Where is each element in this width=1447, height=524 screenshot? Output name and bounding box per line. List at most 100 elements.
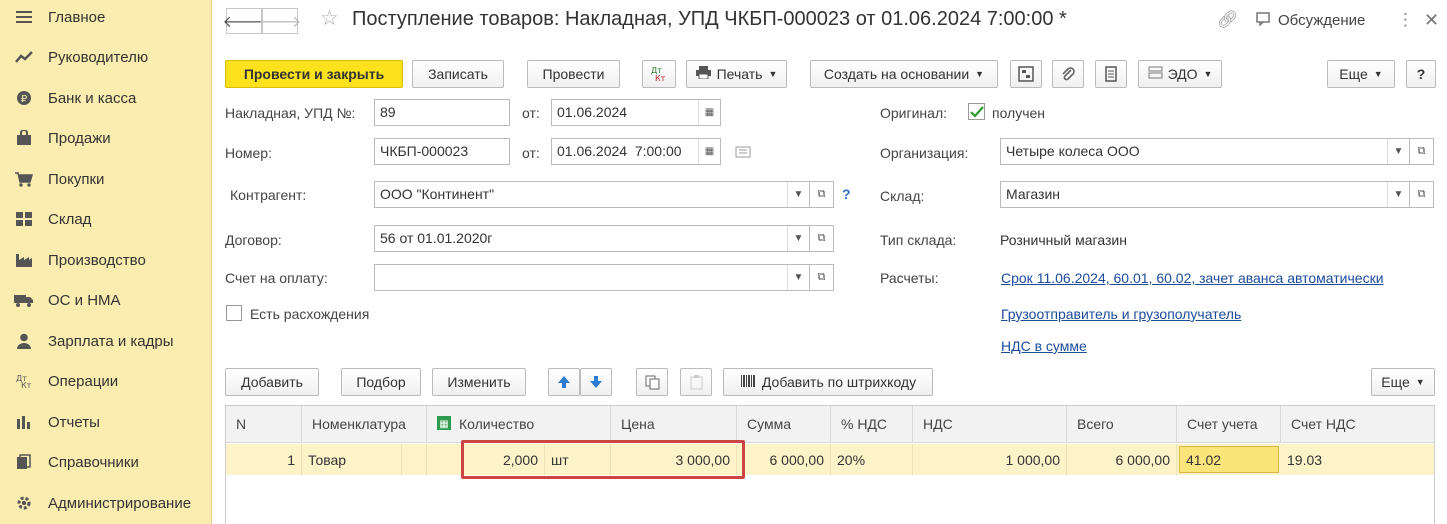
dropdown-arrow-icon[interactable]: ▼	[787, 182, 809, 207]
open-icon[interactable]: ⧉	[810, 181, 834, 208]
more-vert-icon[interactable]: ⋮	[1397, 10, 1414, 30]
copy-icon	[645, 375, 659, 389]
column-header-sum[interactable]: Сумма	[737, 406, 831, 443]
settlements-link[interactable]: Срок 11.06.2024, 60.01, 60.02, зачет ава…	[1001, 270, 1384, 286]
post-button[interactable]: Провести	[527, 60, 620, 88]
payment-account-field[interactable]: ▼	[374, 264, 810, 291]
discrepancy-checkbox[interactable]	[226, 305, 242, 321]
copy-row-button[interactable]	[636, 368, 668, 396]
link-icon[interactable]: 🔗︎	[1217, 10, 1239, 30]
shipper-consignee-link[interactable]: Грузоотправитель и грузополучатель	[1001, 306, 1241, 322]
column-header-n[interactable]: N	[226, 406, 302, 443]
calendar-icon[interactable]: ▦	[698, 100, 720, 125]
dropdown-arrow-icon[interactable]: ▼	[787, 265, 809, 290]
chevron-down-icon: ▼	[1203, 69, 1213, 79]
add-by-barcode-button[interactable]: Добавить по штрихкоду	[723, 368, 933, 396]
cell-vat[interactable]: 1 000,00	[913, 444, 1067, 475]
counterparty-field[interactable]: ООО "Континент" ▼	[374, 181, 810, 208]
invoice-number-field[interactable]: 89	[374, 99, 510, 126]
original-checkbox[interactable]	[968, 103, 985, 120]
column-header-vat-rate[interactable]: % НДС	[831, 406, 913, 443]
number-field[interactable]: ЧКБП-000023	[374, 138, 510, 165]
sidebar-item-references[interactable]: Справочники	[0, 442, 211, 482]
paste-button[interactable]	[680, 368, 712, 396]
post-and-close-button[interactable]: Провести и закрыть	[225, 60, 403, 88]
open-icon[interactable]: ⧉	[1410, 181, 1434, 208]
truck-icon	[0, 293, 48, 307]
edo-icon	[1148, 66, 1163, 82]
open-icon[interactable]: ⧉	[810, 225, 834, 252]
report-button[interactable]	[1095, 60, 1127, 88]
sidebar-item-salary[interactable]: Зарплата и кадры	[0, 321, 211, 361]
more-button[interactable]: Еще ▼	[1327, 60, 1395, 88]
sidebar-item-assets[interactable]: ОС и НМА	[0, 280, 211, 320]
cell-n[interactable]: 1	[226, 444, 302, 475]
attach-button[interactable]	[1052, 60, 1084, 88]
star-icon[interactable]: ☆	[320, 6, 339, 31]
save-button[interactable]: Записать	[412, 60, 504, 88]
number-date-field[interactable]: 01.06.2024 7:00:00 ▦	[551, 138, 721, 165]
sidebar-item-sales[interactable]: Продажи	[0, 118, 211, 158]
back-button[interactable]: 🡐	[223, 8, 265, 34]
person-icon	[0, 333, 48, 349]
structure-button[interactable]	[1010, 60, 1042, 88]
cell-total[interactable]: 6 000,00	[1067, 444, 1177, 475]
column-header-account[interactable]: Счет учета	[1177, 406, 1281, 443]
create-based-on-button[interactable]: Создать на основании ▼	[810, 60, 998, 88]
sidebar-item-label: Покупки	[48, 170, 105, 188]
open-icon[interactable]: ⧉	[1410, 138, 1434, 165]
sidebar-item-production[interactable]: Производство	[0, 240, 211, 280]
open-icon[interactable]: ⧉	[810, 264, 834, 291]
comment-icon[interactable]	[735, 145, 751, 161]
discussion-button[interactable]: Обсуждение	[1278, 12, 1365, 29]
table-more-button[interactable]: Еще ▼	[1371, 368, 1435, 396]
column-header-vat-account[interactable]: Счет НДС	[1281, 406, 1434, 443]
sidebar-item-purchases[interactable]: Покупки	[0, 159, 211, 199]
calendar-icon[interactable]: ▦	[698, 139, 720, 164]
dropdown-arrow-icon[interactable]: ▼	[1387, 139, 1409, 164]
move-up-button[interactable]	[548, 368, 580, 396]
more-label: Еще	[1339, 66, 1368, 82]
sidebar-item-manager[interactable]: Руководителю	[0, 37, 211, 77]
close-icon[interactable]: ✕	[1424, 10, 1439, 31]
organization-field[interactable]: Четыре колеса ООО ▼	[1000, 138, 1410, 165]
cell-item-extra[interactable]	[402, 444, 427, 475]
column-header-quantity[interactable]: ▦ Количество	[427, 406, 611, 443]
dropdown-arrow-icon[interactable]: ▼	[787, 226, 809, 251]
vat-in-sum-link[interactable]: НДС в сумме	[1001, 338, 1087, 354]
sidebar-item-reports[interactable]: Отчеты	[0, 402, 211, 442]
sidebar-item-label: Производство	[48, 251, 146, 269]
dt-kt-button[interactable]: Дт Кт	[642, 60, 676, 88]
move-down-button[interactable]	[580, 368, 612, 396]
selection-button[interactable]: Подбор	[341, 368, 421, 396]
edit-row-button[interactable]: Изменить	[432, 368, 526, 396]
sidebar-item-admin[interactable]: Администрирование	[0, 483, 211, 523]
cell-sum[interactable]: 6 000,00	[737, 444, 831, 475]
cell-vat-rate[interactable]: 20%	[831, 444, 913, 475]
column-header-item[interactable]: Номенклатура	[302, 406, 427, 443]
column-header-price[interactable]: Цена	[611, 406, 737, 443]
sidebar-item-warehouse[interactable]: Склад	[0, 199, 211, 239]
warehouse-value: Магазин	[1006, 186, 1061, 202]
print-button[interactable]: Печать ▼	[686, 60, 787, 88]
warehouse-field[interactable]: Магазин ▼	[1000, 181, 1410, 208]
discrepancy-label: Есть расхождения	[250, 306, 370, 322]
contract-field[interactable]: 56 от 01.01.2020г ▼	[374, 225, 810, 252]
cell-account[interactable]: 41.02	[1179, 446, 1279, 473]
add-row-button[interactable]: Добавить	[225, 368, 319, 396]
sidebar-item-main[interactable]: Главное	[0, 0, 211, 37]
dropdown-arrow-icon[interactable]: ▼	[1387, 182, 1409, 207]
sidebar-item-bank[interactable]: ₽ Банк и касса	[0, 78, 211, 118]
help-question-icon[interactable]: ?	[842, 186, 851, 202]
paperclip-icon	[1062, 67, 1075, 81]
contract-label: Договор:	[225, 232, 282, 248]
invoice-date-field[interactable]: 01.06.2024 ▦	[551, 99, 721, 126]
cell-vat-account[interactable]: 19.03	[1281, 444, 1434, 475]
sidebar-item-operations[interactable]: Дт Кт Операции	[0, 361, 211, 401]
cell-item[interactable]: Товар	[302, 444, 402, 475]
edo-button[interactable]: ЭДО ▼	[1138, 60, 1222, 88]
column-header-vat[interactable]: НДС	[913, 406, 1067, 443]
column-header-total[interactable]: Всего	[1067, 406, 1177, 443]
forward-button[interactable]: 🡒	[259, 8, 301, 34]
help-button[interactable]: ?	[1406, 60, 1436, 88]
